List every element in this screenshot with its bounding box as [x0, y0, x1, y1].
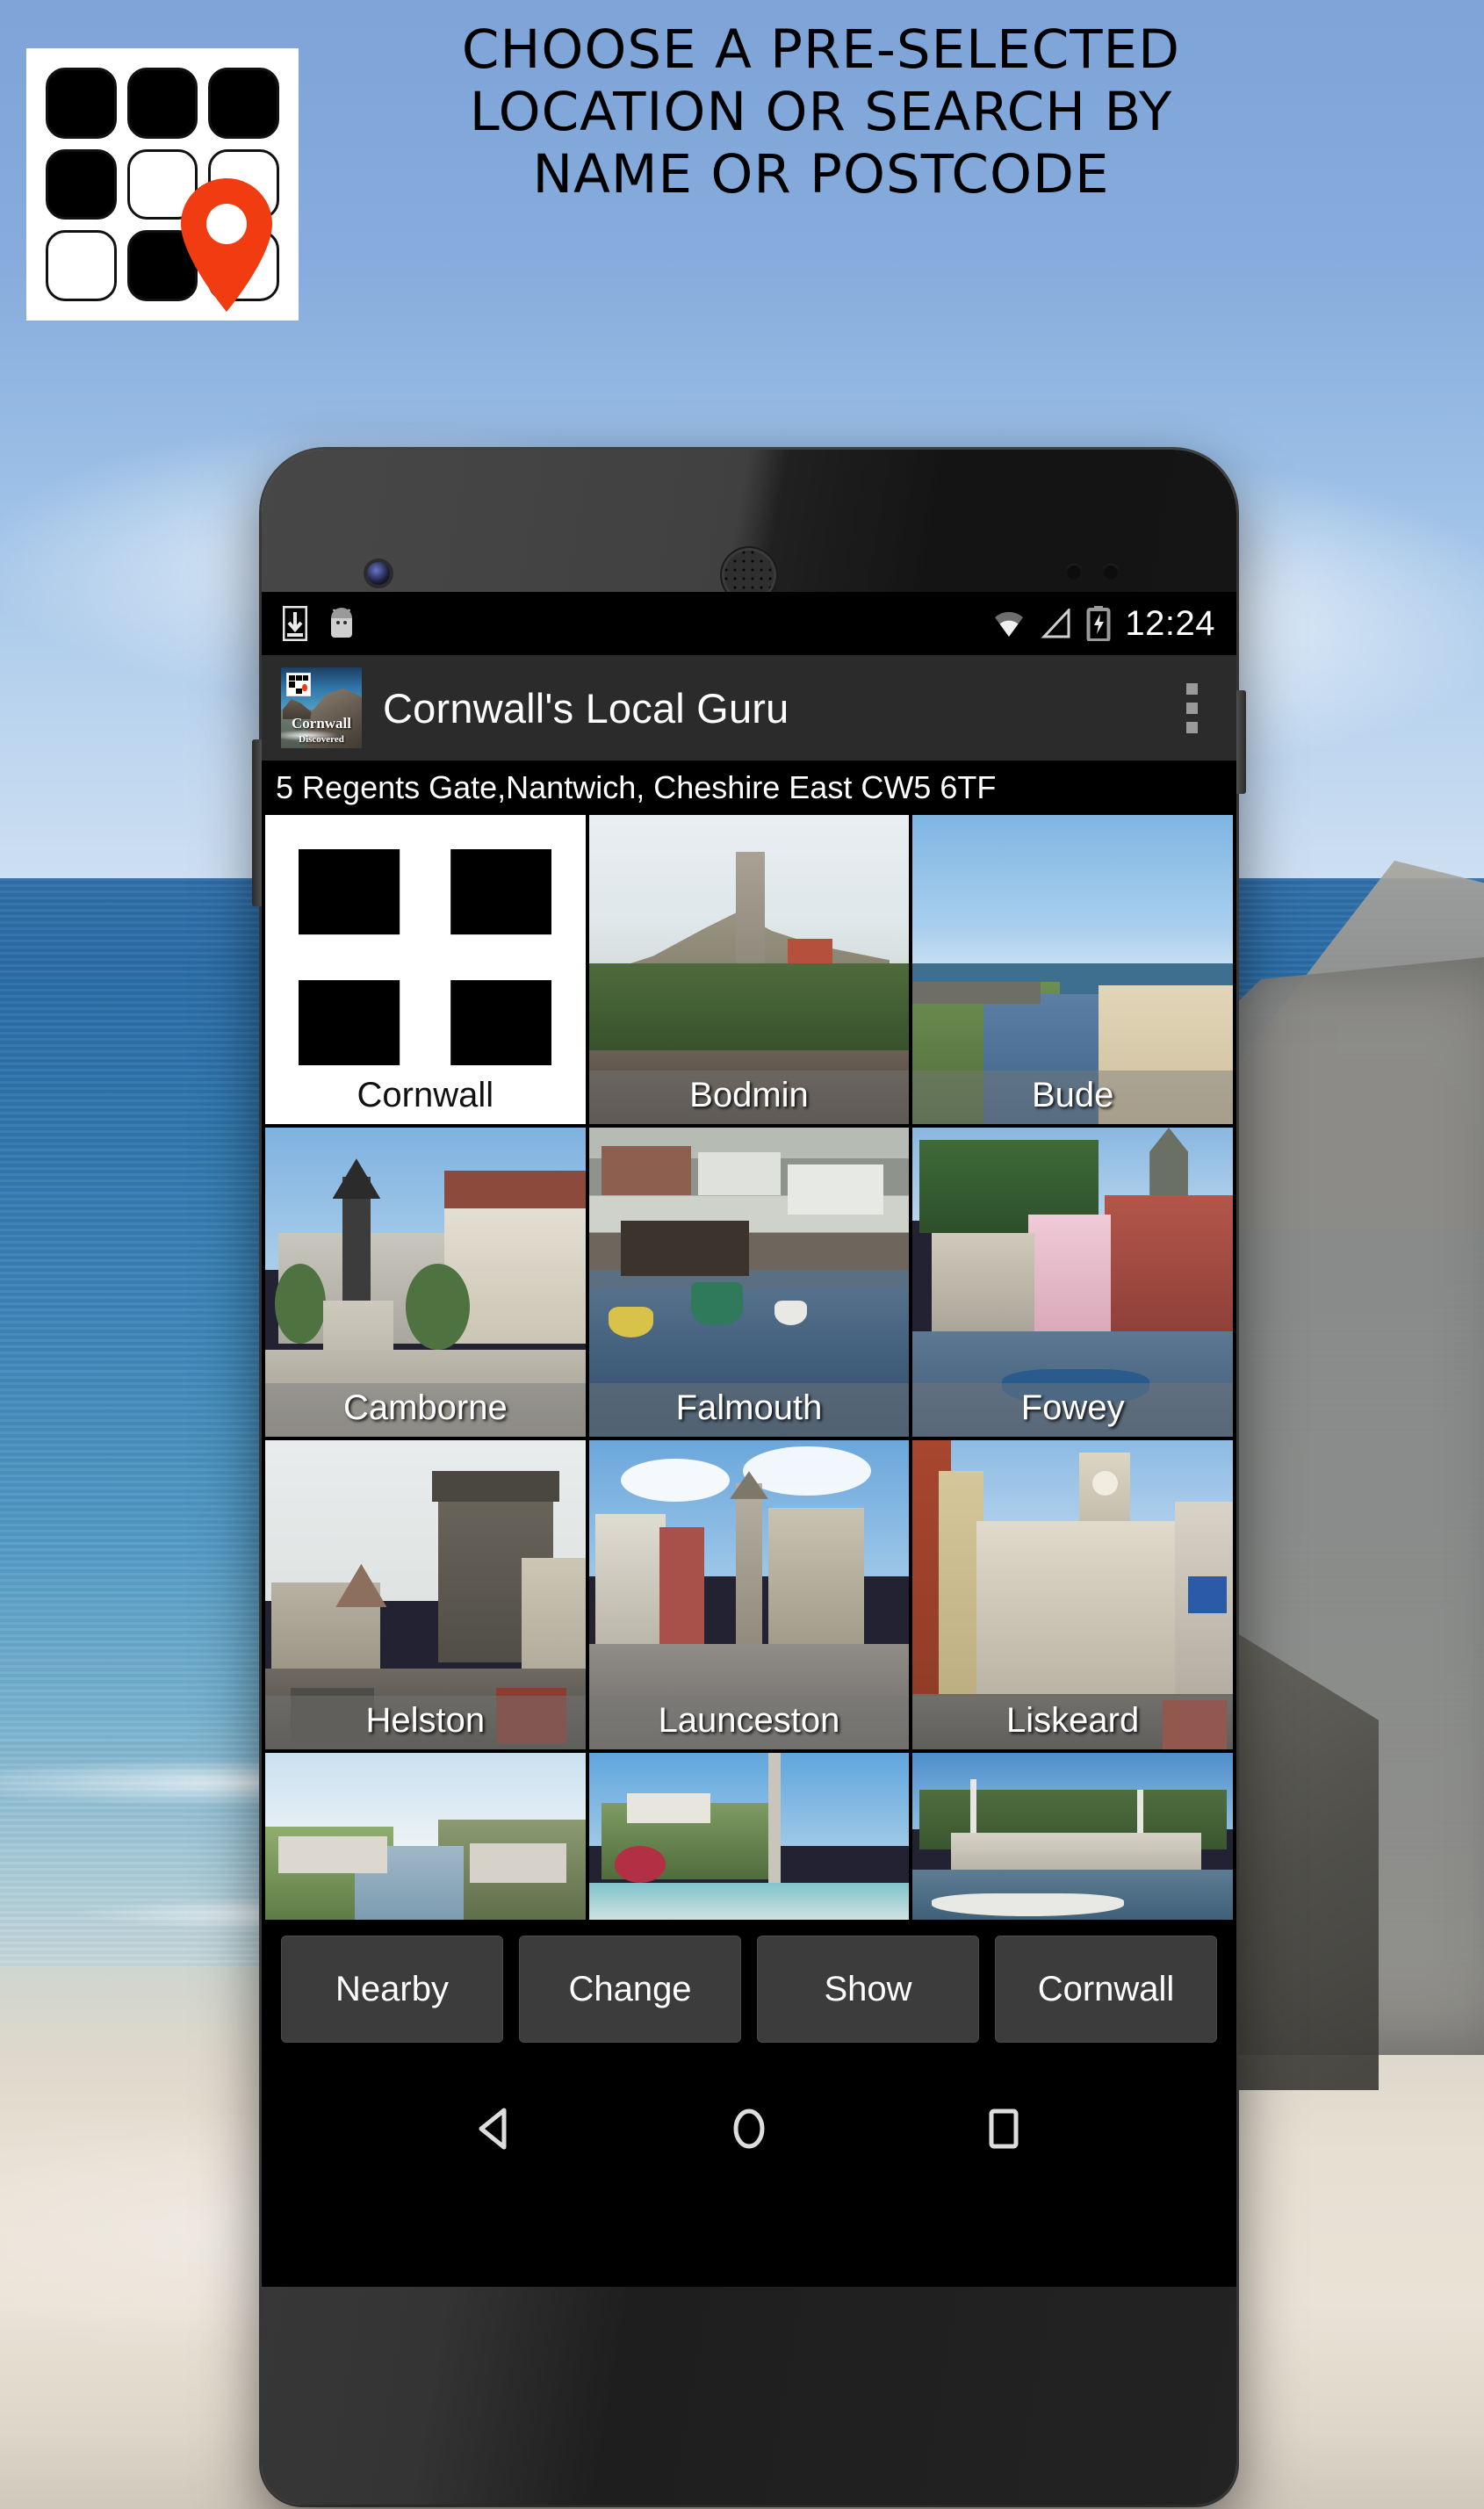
tile-photo: [912, 1753, 1233, 1920]
location-tile-helston[interactable]: Helston: [265, 1440, 586, 1749]
overflow-dot: [1186, 721, 1198, 733]
tile-photo: [265, 1753, 586, 1920]
logo-cell: [126, 148, 198, 220]
app-grid-pin-logo: [26, 48, 299, 321]
logo-cell: [126, 230, 198, 301]
location-tile-bude[interactable]: Bude: [912, 815, 1233, 1124]
tile-label: Camborne: [265, 1383, 586, 1437]
overflow-dot: [1186, 682, 1198, 695]
tile-label: Bodmin: [588, 1071, 910, 1124]
show-button[interactable]: Show: [757, 1936, 979, 2043]
phone-screen: 12:24 Cornwall Discovered Cornwall's Loc…: [262, 592, 1236, 2287]
logo-cell: [46, 148, 117, 220]
overflow-menu-button[interactable]: [1178, 674, 1207, 742]
logo-cell: [46, 68, 117, 139]
promo-headline: CHOOSE A PRE-SELECTED LOCATION OR SEARCH…: [299, 18, 1344, 205]
logo-cell: [46, 230, 117, 301]
logo-cell: [208, 148, 279, 220]
app-icon-mini-logo: [286, 672, 312, 697]
location-tile-fowey[interactable]: Fowey: [912, 1128, 1233, 1437]
location-tile-camborne[interactable]: Camborne: [265, 1128, 586, 1437]
action-button-bar: Nearby Change Show Cornwall: [262, 1920, 1236, 2062]
light-sensor-icon: [1103, 564, 1119, 580]
location-grid: Cornwall Bodmin Bude Camborne Falmouth F…: [262, 815, 1236, 1920]
app-icon-title: Cornwall: [292, 714, 351, 732]
tile-label: Liskeard: [912, 1696, 1233, 1749]
location-tile-row4-1[interactable]: [265, 1753, 586, 1920]
nearby-button[interactable]: Nearby: [281, 1936, 503, 2043]
recents-icon[interactable]: [976, 2102, 1031, 2156]
battery-charging-icon: [1086, 606, 1111, 641]
signal-icon: [1041, 609, 1070, 638]
location-tile-falmouth[interactable]: Falmouth: [588, 1128, 910, 1437]
location-tile-launceston[interactable]: Launceston: [588, 1440, 910, 1749]
status-bar-clock: 12:24: [1125, 603, 1215, 643]
tile-label: Helston: [265, 1696, 586, 1749]
tile-label: Falmouth: [588, 1383, 910, 1437]
headline-line-3: NAME OR POSTCODE: [532, 142, 1110, 205]
location-tile-row4-3[interactable]: [912, 1753, 1233, 1920]
location-tile-bodmin[interactable]: Bodmin: [588, 815, 910, 1124]
tile-label: Launceston: [588, 1696, 910, 1749]
tile-label: Bude: [912, 1071, 1233, 1124]
logo-grid: [46, 68, 279, 313]
tile-label: Cornwall: [265, 1071, 586, 1124]
action-bar: Cornwall Discovered Cornwall's Local Gur…: [262, 655, 1236, 761]
location-tile-row4-2[interactable]: [588, 1753, 910, 1920]
tile-label: Fowey: [912, 1383, 1233, 1437]
location-tile-liskeard[interactable]: Liskeard: [912, 1440, 1233, 1749]
logo-cell: [208, 230, 279, 301]
download-icon: [283, 606, 307, 641]
front-camera-icon: [367, 562, 390, 585]
current-address-bar[interactable]: 5 Regents Gate,Nantwich, Cheshire East C…: [262, 761, 1236, 815]
headline-line-2: LOCATION OR SEARCH BY: [469, 80, 1173, 143]
headline-line-1: CHOOSE A PRE-SELECTED: [461, 18, 1181, 81]
phone-device-frame: 12:24 Cornwall Discovered Cornwall's Loc…: [252, 450, 1246, 2505]
proximity-sensor-icon: [1066, 564, 1082, 580]
app-icon-subtitle: Discovered: [299, 734, 344, 746]
app-title: Cornwall's Local Guru: [383, 684, 789, 732]
back-icon[interactable]: [467, 2102, 522, 2156]
cornwall-button[interactable]: Cornwall: [995, 1936, 1217, 2043]
logo-cell: [208, 68, 279, 139]
wifi-icon: [995, 611, 1024, 637]
change-button[interactable]: Change: [519, 1936, 741, 2043]
app-icon: Cornwall Discovered: [281, 667, 362, 748]
android-robot-icon: [331, 608, 352, 638]
home-icon[interactable]: [722, 2102, 776, 2156]
logo-cell: [126, 68, 198, 139]
android-nav-bar: [262, 2062, 1236, 2195]
tile-photo: [588, 1753, 910, 1920]
location-tile-cornwall[interactable]: Cornwall: [265, 815, 586, 1124]
overflow-dot: [1186, 702, 1198, 714]
status-bar: 12:24: [262, 592, 1236, 655]
